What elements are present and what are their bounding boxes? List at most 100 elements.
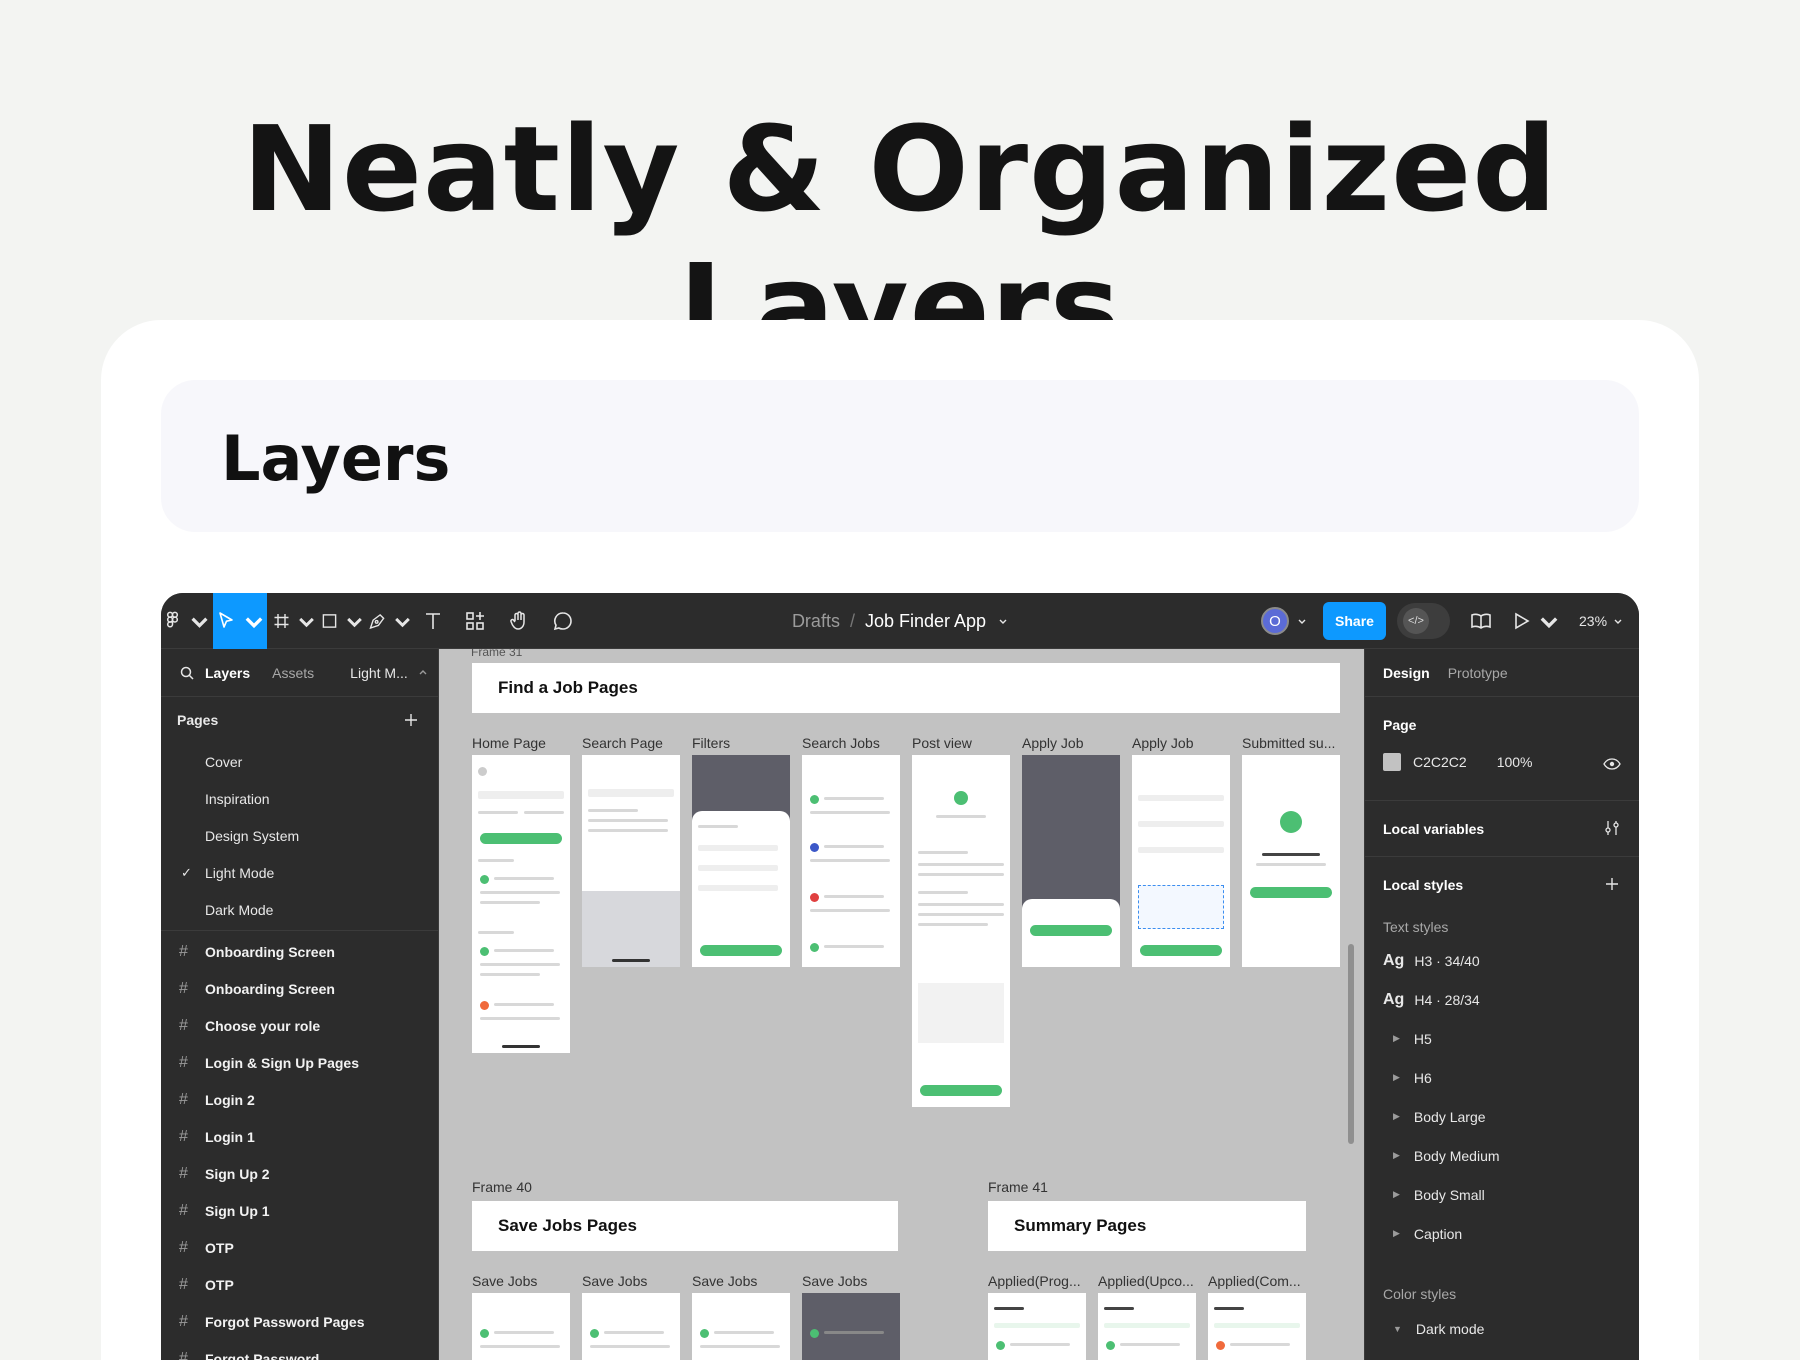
tab-design[interactable]: Design — [1383, 665, 1430, 681]
add-style-icon[interactable] — [1605, 877, 1619, 891]
layer-item[interactable]: # Forgot Password Pages — [161, 1303, 438, 1340]
page-opacity-value[interactable]: 100% — [1497, 754, 1533, 770]
play-icon — [1515, 612, 1530, 630]
frame-hash-icon: # — [179, 1349, 188, 1360]
chevron-down-icon — [1540, 617, 1558, 629]
frame-thumbnail[interactable] — [1242, 755, 1340, 967]
frame-thumbnail[interactable] — [582, 1293, 680, 1360]
library-button[interactable] — [1459, 593, 1503, 649]
caret-right-icon: ▶ — [1393, 1228, 1400, 1238]
layer-item[interactable]: # OTP — [161, 1229, 438, 1266]
frame-label: Search Jobs — [802, 735, 880, 751]
zoom-control[interactable]: 23% — [1579, 593, 1623, 649]
card-header: Layers — [161, 380, 1639, 532]
page-fill-row[interactable]: C2C2C2 100% — [1383, 753, 1533, 771]
frame-thumbnail[interactable] — [472, 755, 570, 1053]
add-page-icon[interactable] — [404, 713, 418, 727]
tab-layers[interactable]: Layers — [205, 665, 250, 681]
frame-thumbnail[interactable] — [1022, 755, 1120, 967]
frame-label: Save Jobs — [802, 1273, 868, 1289]
frame-thumbnail[interactable] — [1208, 1293, 1306, 1360]
page-item-inspiration[interactable]: Inspiration — [161, 780, 438, 817]
page-label: Light Mode — [205, 864, 275, 881]
canvas[interactable]: Frame 31 Find a Job Pages Home Page Sear… — [439, 649, 1364, 1360]
text-style-group[interactable]: ▶ Body Medium — [1365, 1136, 1639, 1175]
section-title-bar[interactable]: Save Jobs Pages — [472, 1201, 898, 1251]
file-name[interactable]: Job Finder App — [865, 611, 986, 632]
section-title-bar[interactable]: Summary Pages — [988, 1201, 1306, 1251]
frame-thumbnail[interactable] — [692, 755, 790, 967]
right-panel-tabs: Design Prototype — [1365, 649, 1639, 697]
frame-thumbnail[interactable] — [1132, 755, 1230, 967]
frame-label: Frame 40 — [472, 1179, 532, 1195]
layer-label: Choose your role — [205, 1017, 321, 1034]
text-style-label: H4 · 28/34 — [1414, 991, 1480, 1008]
frame-thumbnail[interactable] — [802, 1293, 900, 1360]
breadcrumb-drafts[interactable]: Drafts — [792, 611, 840, 632]
frame-thumbnail[interactable] — [802, 755, 900, 967]
frame-label: Save Jobs — [472, 1273, 538, 1289]
layer-item[interactable]: # Sign Up 1 — [161, 1192, 438, 1229]
layer-item[interactable]: # Login 1 — [161, 1118, 438, 1155]
layer-item[interactable]: # Choose your role — [161, 1007, 438, 1044]
layer-item[interactable]: # OTP — [161, 1266, 438, 1303]
tab-prototype[interactable]: Prototype — [1448, 665, 1508, 681]
layer-item[interactable]: # Forgot Password — [161, 1340, 438, 1360]
frame-thumbnail[interactable] — [692, 1293, 790, 1360]
local-styles-section: Local styles Text styles Ag H3 · 34/40 Ag… — [1365, 857, 1639, 1348]
text-style-group[interactable]: ▶ Body Small — [1365, 1175, 1639, 1214]
toolbar: Drafts / Job Finder App O Share </> 23% — [161, 593, 1639, 649]
vertical-scrollbar[interactable] — [1348, 944, 1354, 1144]
present-button[interactable] — [1507, 593, 1563, 649]
layer-label: OTP — [205, 1239, 234, 1256]
code-brackets-icon: </> — [1403, 608, 1429, 634]
caret-right-icon: ▶ — [1393, 1033, 1400, 1043]
tab-assets[interactable]: Assets — [272, 665, 314, 681]
layer-item[interactable]: # Onboarding Screen — [161, 970, 438, 1007]
frame-thumbnail[interactable] — [472, 1293, 570, 1360]
page-item-dark-mode[interactable]: Dark Mode — [161, 891, 438, 928]
chevron-down-icon[interactable] — [1297, 616, 1307, 626]
page-item-cover[interactable]: Cover — [161, 743, 438, 780]
text-style-group[interactable]: ▶ H6 — [1365, 1058, 1639, 1097]
color-swatch[interactable] — [1383, 753, 1401, 771]
text-style-group[interactable]: ▶ H5 — [1365, 1019, 1639, 1058]
text-style-group[interactable]: ▶ Body Large — [1365, 1097, 1639, 1136]
variables-sliders-icon[interactable] — [1603, 819, 1621, 837]
page-header: Page — [1383, 717, 1417, 733]
page-item-design-system[interactable]: Design System — [161, 817, 438, 854]
chevron-down-icon[interactable] — [998, 616, 1008, 626]
avatar[interactable]: O — [1261, 607, 1289, 635]
frame-thumbnail[interactable] — [1098, 1293, 1196, 1360]
search-bar — [478, 791, 564, 799]
layer-item[interactable]: # Login & Sign Up Pages — [161, 1044, 438, 1081]
frame-thumbnail[interactable] — [582, 755, 680, 967]
layer-item[interactable]: # Login 2 — [161, 1081, 438, 1118]
text-style-label: H3 · 34/40 — [1414, 952, 1480, 969]
layer-label: Onboarding Screen — [205, 980, 335, 997]
frame-thumbnail[interactable] — [988, 1293, 1086, 1360]
page-switcher[interactable]: Light M... — [350, 665, 408, 681]
section-title-bar[interactable]: Find a Job Pages — [472, 663, 1340, 713]
frame-thumbnail[interactable] — [912, 755, 1010, 1107]
search-icon[interactable] — [179, 665, 195, 681]
eye-icon[interactable] — [1603, 757, 1621, 771]
color-style-group[interactable]: ▼ Dark mode — [1365, 1309, 1639, 1348]
text-style-item[interactable]: Ag H3 · 34/40 — [1365, 941, 1639, 980]
layer-label: Login 2 — [205, 1091, 255, 1108]
layer-label: Login & Sign Up Pages — [205, 1054, 360, 1071]
dev-mode-toggle[interactable]: </> — [1397, 603, 1450, 639]
chevron-up-icon[interactable] — [418, 668, 428, 678]
text-style-item[interactable]: Ag H4 · 28/34 — [1365, 980, 1639, 1019]
layer-item[interactable]: # Sign Up 2 — [161, 1155, 438, 1192]
page-color-value[interactable]: C2C2C2 — [1413, 754, 1467, 770]
share-button[interactable]: Share — [1323, 602, 1386, 640]
frame-hash-icon: # — [179, 979, 188, 997]
group-label: Body Small — [1413, 1186, 1485, 1203]
local-variables-header[interactable]: Local variables — [1365, 801, 1639, 837]
frame-label: Applied(Prog... — [988, 1273, 1081, 1289]
layer-item[interactable]: # Onboarding Screen — [161, 933, 438, 970]
page-item-light-mode[interactable]: ✓ Light Mode — [161, 854, 438, 891]
text-style-group[interactable]: ▶ Caption — [1365, 1214, 1639, 1253]
divider — [161, 930, 438, 931]
